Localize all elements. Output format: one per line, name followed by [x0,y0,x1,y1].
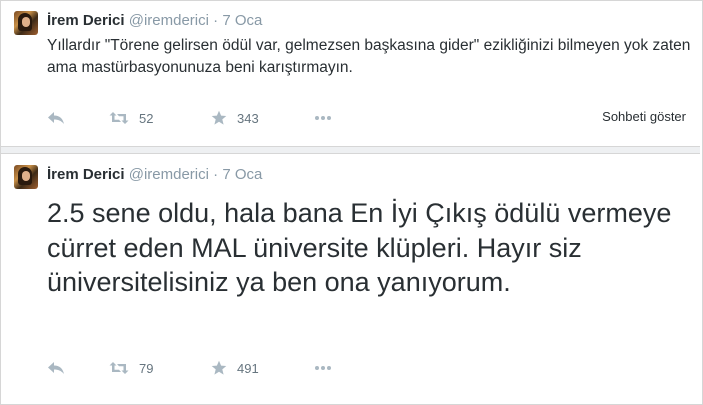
tweet-text: 2.5 sene oldu, hala bana En İyi Çıkış öd… [47,198,672,297]
author-name[interactable]: İrem Derici [47,166,125,183]
favorite-button[interactable]: 491 [211,358,259,378]
star-icon [211,110,227,125]
avatar[interactable] [14,11,38,35]
retweet-icon [109,112,129,124]
tweet-header: İrem Derici @iremderici · 7 Oca [47,165,262,185]
retweet-button[interactable]: 79 [109,358,153,378]
avatar-face [22,171,30,181]
tweet[interactable]: İrem Derici @iremderici · 7 Oca Yıllardı… [1,1,700,141]
retweet-count: 52 [139,110,154,126]
favorite-button[interactable]: 343 [211,108,259,128]
avatar-face [22,17,30,27]
retweet-count: 79 [139,360,154,376]
more-icon [315,366,331,370]
reply-icon [48,362,64,374]
tweet-header: İrem Derici @iremderici · 7 Oca [47,11,262,31]
avatar[interactable] [14,165,38,189]
reply-button[interactable] [47,108,65,128]
tweet-date[interactable]: 7 Oca [222,166,262,183]
retweet-icon [109,362,129,374]
tweet-date[interactable]: 7 Oca [222,12,262,29]
header-separator: · [213,166,219,183]
tweet-text: Yıllardır "Törene gelirsen ödül var, gel… [47,37,691,76]
reply-icon [48,112,64,124]
tweet-divider [1,146,700,154]
more-icon [315,116,331,120]
show-conversation-link[interactable]: Sohbeti göster [602,109,686,124]
header-separator: · [213,12,219,29]
more-button[interactable] [314,108,332,128]
more-button[interactable] [314,358,332,378]
tweet[interactable]: İrem Derici @iremderici · 7 Oca 2.5 sene… [1,155,700,403]
reply-button[interactable] [47,358,65,378]
star-icon [211,360,227,375]
author-handle[interactable]: @iremderici [129,166,209,183]
favorite-count: 343 [237,110,259,126]
favorite-count: 491 [237,360,259,376]
author-handle[interactable]: @iremderici [129,12,209,29]
retweet-button[interactable]: 52 [109,108,153,128]
author-name[interactable]: İrem Derici [47,12,125,29]
